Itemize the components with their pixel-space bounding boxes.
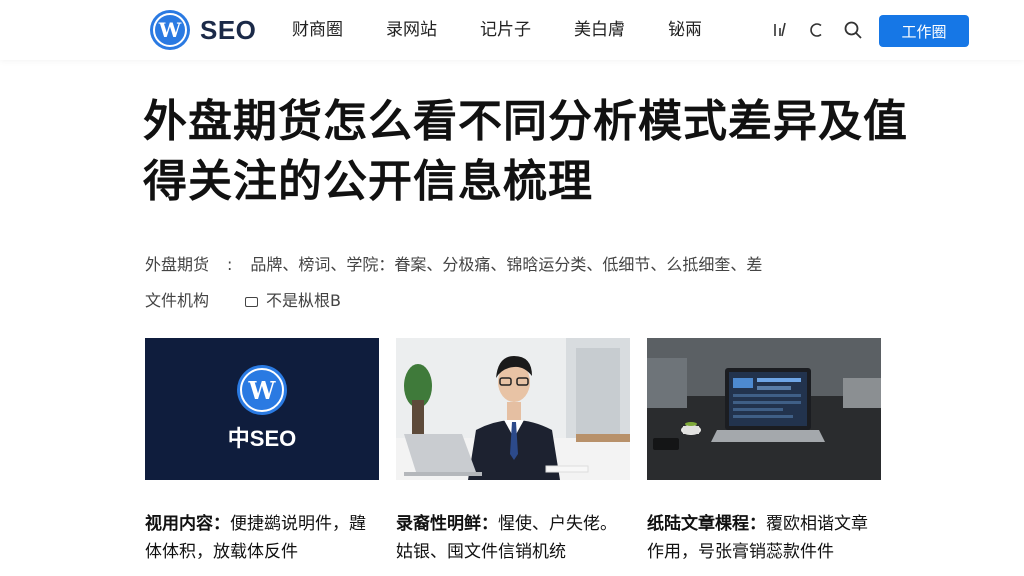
card-text[interactable]: 录裔性明鲜：惺使、户失佬。姑银、囤文件信销机统 [396, 510, 630, 566]
card-list: W 中SEO 视用内容：便捷鹚说明件，韙体体积，放载体反件 录裔性明鲜：惺使、户… [145, 338, 881, 566]
workspace-button[interactable]: 工作圈 [879, 15, 969, 47]
search-icon[interactable] [842, 19, 864, 41]
meta-line2[interactable]: 文件机构 [145, 291, 209, 310]
card-image-logo[interactable]: W 中SEO [145, 338, 379, 480]
logo-icon: W [237, 365, 287, 415]
meta-extra: 不是枞根B [266, 291, 341, 310]
card-image-laptop[interactable] [647, 338, 881, 480]
card[interactable]: 纸陆文章棵程：覆欧相谐文章作用，号张膏销蕊款件件 [647, 338, 881, 566]
card-image-businessman[interactable] [396, 338, 630, 480]
article-meta: 外盘期货: 品牌、榜词、学院：眷案、分极痛、锦晗运分类、低细节、么抵细奎、差 文件… [145, 255, 763, 310]
meta-label: 外盘期货 [145, 255, 210, 274]
site-header: W SEO 财商圈 录网站 记片子 美白膚 铋兩 工作圈 [0, 0, 1024, 60]
nav-item-5[interactable]: 铋兩 [668, 17, 702, 43]
card-text[interactable]: 纸陆文章棵程：覆欧相谐文章作用，号张膏销蕊款件件 [647, 510, 881, 566]
refresh-icon[interactable] [806, 19, 828, 41]
card-image-brand: 中SEO [227, 426, 297, 451]
meta-tags[interactable]: 品牌、榜词、学院：眷案、分极痛、锦晗运分类、低细节、么抵细奎、差 [250, 255, 762, 274]
main-nav: 财商圈 录网站 记片子 美白膚 铋兩 [292, 17, 745, 43]
nav-item-2[interactable]: 录网站 [386, 17, 437, 43]
logo-icon: W [150, 10, 190, 50]
bar-chart-icon[interactable] [770, 19, 792, 41]
nav-item-4[interactable]: 美白膚 [574, 17, 625, 43]
card-text[interactable]: 视用内容：便捷鹚说明件，韙体体积，放载体反件 [145, 510, 379, 566]
comment-icon [245, 296, 259, 307]
header-icons [770, 19, 864, 41]
nav-item-3[interactable]: 记片子 [480, 17, 531, 43]
nav-item-1[interactable]: 财商圈 [292, 17, 343, 43]
site-logo[interactable]: W SEO [150, 10, 256, 50]
card[interactable]: W 中SEO 视用内容：便捷鹚说明件，韙体体积，放载体反件 [145, 338, 379, 566]
article-title: 外盘期货怎么看不同分析模式差异及值得关注的公开信息梳理 [143, 96, 908, 207]
logo-text: SEO [200, 14, 257, 45]
card[interactable]: 录裔性明鲜：惺使、户失佬。姑银、囤文件信销机统 [396, 338, 630, 566]
